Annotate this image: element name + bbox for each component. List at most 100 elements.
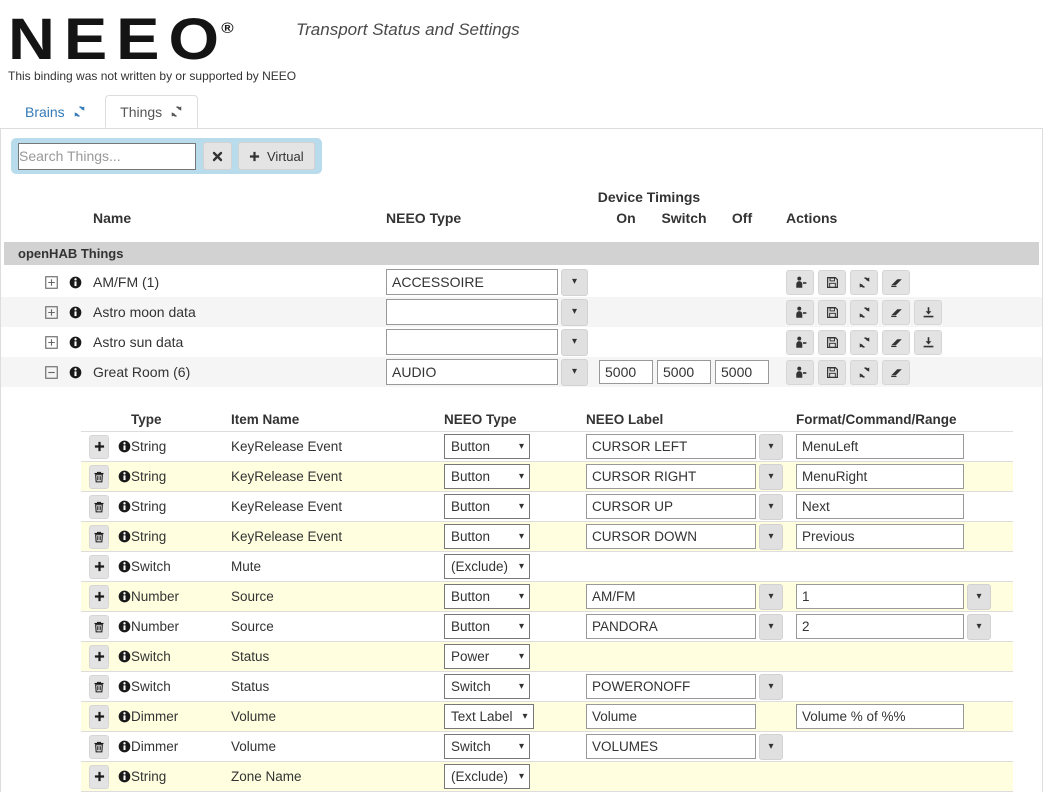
info-icon[interactable] <box>118 710 131 723</box>
neeo-label-dropdown-button[interactable]: ▾ <box>759 583 783 610</box>
neeo-type-dropdown-button[interactable]: ▾ <box>561 358 588 386</box>
timing-switch-input[interactable] <box>657 360 711 384</box>
neeo-label-input[interactable] <box>586 674 756 699</box>
info-icon[interactable] <box>118 590 131 603</box>
format-input[interactable] <box>796 494 964 519</box>
neeo-label-input[interactable] <box>586 584 756 609</box>
neeo-type-input[interactable] <box>386 359 558 385</box>
delete-channel-button[interactable] <box>89 734 109 759</box>
info-icon[interactable] <box>118 650 131 663</box>
search-input[interactable] <box>18 142 196 170</box>
save-button[interactable] <box>818 329 846 355</box>
transfer-button[interactable] <box>786 299 814 325</box>
neeo-label-dropdown-button[interactable]: ▾ <box>759 613 783 640</box>
neeo-type-select[interactable]: (Exclude) ▾ <box>444 764 530 789</box>
transfer-button[interactable] <box>786 269 814 295</box>
info-icon[interactable] <box>118 530 131 543</box>
neeo-type-input[interactable] <box>386 269 558 295</box>
format-dropdown-button[interactable]: ▾ <box>967 583 991 610</box>
save-button[interactable] <box>818 269 846 295</box>
timing-on-input[interactable] <box>599 360 653 384</box>
add-channel-button[interactable] <box>89 584 109 609</box>
refresh-button[interactable] <box>850 299 878 325</box>
neeo-label-dropdown-button[interactable]: ▾ <box>759 493 783 520</box>
refresh-icon[interactable] <box>170 105 183 118</box>
info-icon[interactable] <box>69 276 82 289</box>
delete-channel-button[interactable] <box>89 464 109 489</box>
neeo-label-input[interactable] <box>586 524 756 549</box>
collapse-icon[interactable] <box>45 365 58 379</box>
refresh-icon[interactable] <box>73 105 86 118</box>
transfer-button[interactable] <box>786 359 814 385</box>
download-button[interactable] <box>914 299 942 325</box>
neeo-label-dropdown-button[interactable]: ▾ <box>759 463 783 490</box>
refresh-button[interactable] <box>850 269 878 295</box>
expand-icon[interactable] <box>45 335 58 349</box>
neeo-label-dropdown-button[interactable]: ▾ <box>759 733 783 760</box>
neeo-label-dropdown-button[interactable]: ▾ <box>759 523 783 550</box>
neeo-type-select[interactable]: Text Label ▾ <box>444 704 534 729</box>
neeo-type-select[interactable]: Button ▾ <box>444 524 530 549</box>
neeo-type-input[interactable] <box>386 329 558 355</box>
erase-button[interactable] <box>882 329 910 355</box>
add-channel-button[interactable] <box>89 554 109 579</box>
info-icon[interactable] <box>69 306 82 319</box>
format-input[interactable] <box>796 434 964 459</box>
neeo-label-input[interactable] <box>586 434 756 459</box>
neeo-type-select[interactable]: Button ▾ <box>444 434 530 459</box>
expand-icon[interactable] <box>45 275 58 289</box>
save-button[interactable] <box>818 299 846 325</box>
neeo-type-select[interactable]: (Exclude) ▾ <box>444 554 530 579</box>
tab-things[interactable]: Things <box>105 95 199 128</box>
neeo-type-select[interactable]: Power ▾ <box>444 644 530 669</box>
format-input[interactable] <box>796 584 964 609</box>
add-channel-button[interactable] <box>89 704 109 729</box>
neeo-type-select[interactable]: Button ▾ <box>444 584 530 609</box>
neeo-type-select[interactable]: Switch ▾ <box>444 734 530 759</box>
info-icon[interactable] <box>118 500 131 513</box>
tab-brains[interactable]: Brains <box>10 95 101 128</box>
info-icon[interactable] <box>118 740 131 753</box>
info-icon[interactable] <box>118 560 131 573</box>
neeo-type-dropdown-button[interactable]: ▾ <box>561 328 588 356</box>
clear-search-button[interactable] <box>203 142 232 170</box>
format-input[interactable] <box>796 464 964 489</box>
neeo-type-select[interactable]: Button ▾ <box>444 464 530 489</box>
download-button[interactable] <box>914 329 942 355</box>
refresh-button[interactable] <box>850 359 878 385</box>
neeo-label-input[interactable] <box>586 464 756 489</box>
neeo-type-dropdown-button[interactable]: ▾ <box>561 268 588 296</box>
info-icon[interactable] <box>118 680 131 693</box>
format-input[interactable] <box>796 524 964 549</box>
neeo-label-input[interactable] <box>586 704 756 729</box>
neeo-label-input[interactable] <box>586 734 756 759</box>
neeo-label-dropdown-button[interactable]: ▾ <box>759 433 783 460</box>
info-icon[interactable] <box>118 620 131 633</box>
neeo-type-input[interactable] <box>386 299 558 325</box>
info-icon[interactable] <box>118 770 131 783</box>
delete-channel-button[interactable] <box>89 524 109 549</box>
info-icon[interactable] <box>69 366 82 379</box>
refresh-button[interactable] <box>850 329 878 355</box>
format-input[interactable] <box>796 614 964 639</box>
neeo-type-dropdown-button[interactable]: ▾ <box>561 298 588 326</box>
timing-off-input[interactable] <box>715 360 769 384</box>
add-channel-button[interactable] <box>89 434 109 459</box>
add-channel-button[interactable] <box>89 644 109 669</box>
info-icon[interactable] <box>118 440 131 453</box>
neeo-type-select[interactable]: Button ▾ <box>444 614 530 639</box>
neeo-type-select[interactable]: Switch ▾ <box>444 674 530 699</box>
neeo-label-input[interactable] <box>586 494 756 519</box>
transfer-button[interactable] <box>786 329 814 355</box>
erase-button[interactable] <box>882 299 910 325</box>
delete-channel-button[interactable] <box>89 674 109 699</box>
add-channel-button[interactable] <box>89 764 109 789</box>
format-dropdown-button[interactable]: ▾ <box>967 613 991 640</box>
delete-channel-button[interactable] <box>89 494 109 519</box>
neeo-label-input[interactable] <box>586 614 756 639</box>
erase-button[interactable] <box>882 269 910 295</box>
neeo-type-select[interactable]: Button ▾ <box>444 494 530 519</box>
expand-icon[interactable] <box>45 305 58 319</box>
neeo-label-dropdown-button[interactable]: ▾ <box>759 673 783 700</box>
add-virtual-button[interactable]: Virtual <box>238 142 315 170</box>
